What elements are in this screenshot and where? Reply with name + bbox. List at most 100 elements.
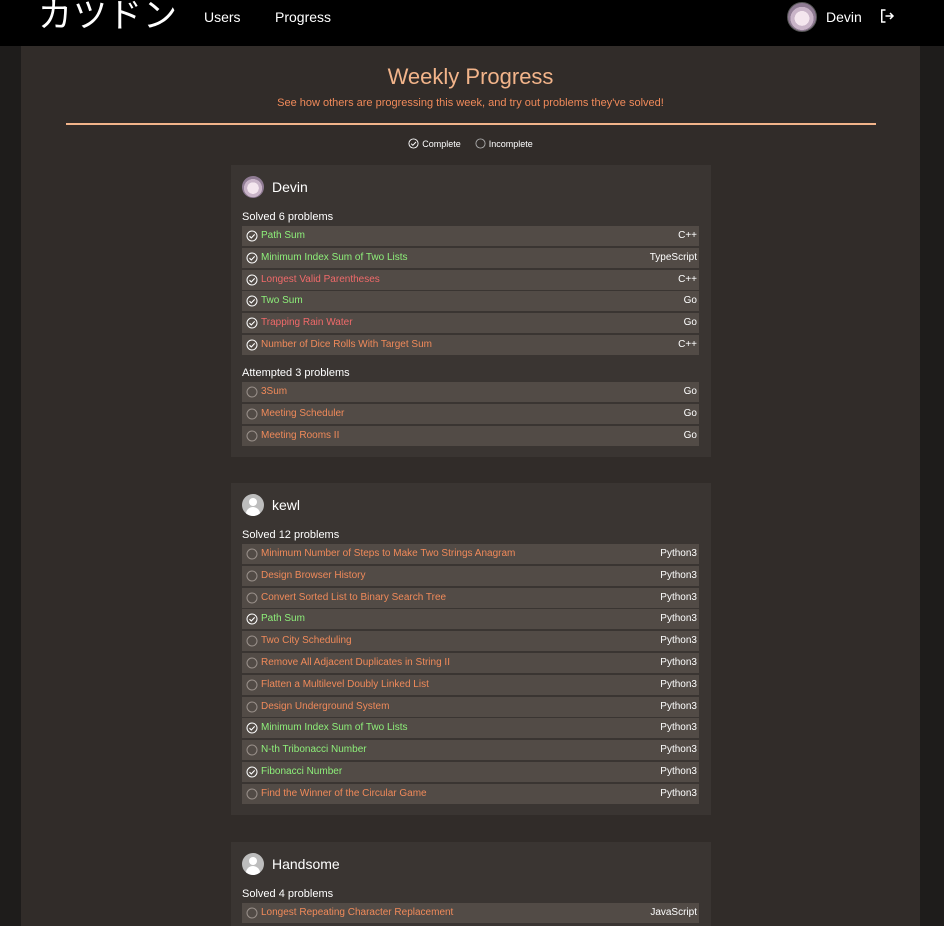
problem-row[interactable]: Longest Repeating Character Replacement J… [242, 903, 699, 923]
problem-row[interactable]: Two Sum Go [242, 291, 699, 312]
problem-language: Python3 [660, 548, 697, 559]
problem-language: Python3 [660, 656, 697, 668]
problem-language: TypeScript [649, 251, 697, 263]
card-username[interactable]: Devin [272, 179, 308, 195]
problem-language: Python3 [660, 787, 697, 799]
problem-row[interactable]: Two City Scheduling Python3 [242, 631, 699, 652]
problem-language: Python3 [660, 722, 697, 734]
problem-name-link[interactable]: Longest Repeating Character Replacement [261, 907, 453, 918]
legend-incomplete: Incomplete [475, 138, 533, 149]
problem-name-link[interactable]: Number of Dice Rolls With Target Sum [261, 339, 432, 350]
problem-row[interactable]: Trapping Rain Water Go [242, 313, 699, 334]
nav-link-progress[interactable]: Progress [275, 9, 331, 25]
problem-name-link[interactable]: Path Sum [261, 613, 305, 624]
problem-name-link[interactable]: N-th Tribonacci Number [261, 744, 367, 755]
problem-row[interactable]: Path Sum Python3 [242, 609, 699, 630]
problem-name-link[interactable]: Convert Sorted List to Binary Search Tre… [261, 592, 446, 603]
problem-name-link[interactable]: Trapping Rain Water [261, 317, 353, 328]
nav-link-users[interactable]: Users [204, 9, 241, 25]
status-legend: Complete Incomplete [21, 138, 920, 149]
problem-name-link[interactable]: Find the Winner of the Circular Game [261, 788, 427, 799]
empty-circle-icon [246, 548, 258, 560]
problem-name-link[interactable]: Fibonacci Number [261, 766, 342, 777]
card-username[interactable]: Handsome [272, 856, 340, 872]
problem-name-link[interactable]: Meeting Rooms II [261, 430, 339, 441]
avatar [242, 176, 264, 198]
problem-language: Go [683, 295, 697, 307]
solved-heading: Solved 12 problems [242, 529, 340, 541]
problem-name-link[interactable]: Path Sum [261, 230, 305, 241]
problem-row[interactable]: 3Sum Go [242, 382, 699, 402]
problem-name-link[interactable]: Remove All Adjacent Duplicates in String… [261, 657, 450, 668]
empty-circle-icon [246, 744, 258, 756]
problem-row[interactable]: Meeting Rooms II Go [242, 425, 699, 446]
problem-language: Python3 [660, 765, 697, 777]
check-circle-icon [246, 295, 258, 307]
problem-row[interactable]: Number of Dice Rolls With Target Sum C++ [242, 334, 699, 355]
problem-language: Python3 [660, 700, 697, 712]
problem-name-link[interactable]: Flatten a Multilevel Doubly Linked List [261, 679, 429, 690]
main-content: Weekly Progress See how others are progr… [21, 46, 920, 926]
problem-language: C++ [678, 273, 697, 285]
problem-language: Go [683, 407, 697, 419]
problem-name-link[interactable]: Meeting Scheduler [261, 408, 344, 419]
current-username[interactable]: Devin [826, 9, 862, 25]
avatar[interactable] [787, 2, 817, 32]
problem-language: Python3 [660, 569, 697, 581]
top-navbar: カツドン Users Progress Devin [0, 0, 944, 46]
problem-name-link[interactable]: Longest Valid Parentheses [261, 274, 380, 285]
problem-row[interactable]: Meeting Scheduler Go [242, 403, 699, 424]
problem-row[interactable]: Flatten a Multilevel Doubly Linked List P… [242, 674, 699, 695]
legend-complete: Complete [408, 138, 461, 149]
problem-language: C++ [678, 230, 697, 241]
page-subtitle: See how others are progressing this week… [277, 97, 664, 109]
problem-row[interactable]: Longest Valid Parentheses C++ [242, 269, 699, 290]
problem-row[interactable]: Fibonacci Number Python3 [242, 761, 699, 782]
problem-row[interactable]: Design Underground System Python3 [242, 696, 699, 717]
problem-name-link[interactable]: Two Sum [261, 295, 303, 306]
logout-icon[interactable] [878, 7, 896, 25]
problem-language: Python3 [660, 744, 697, 756]
empty-circle-icon [246, 408, 258, 420]
problem-language: Python3 [660, 591, 697, 603]
problem-language: Python3 [660, 678, 697, 690]
problem-row[interactable]: Convert Sorted List to Binary Search Tre… [242, 587, 699, 608]
solved-heading: Solved 4 problems [242, 888, 334, 900]
solved-heading: Solved 6 problems [242, 211, 334, 223]
brand-logo[interactable]: カツドン [38, 0, 178, 36]
card-header: Devin [242, 176, 308, 198]
problem-name-link[interactable]: Two City Scheduling [261, 635, 352, 646]
empty-circle-icon [246, 679, 258, 691]
problem-row[interactable]: Remove All Adjacent Duplicates in String… [242, 652, 699, 673]
problem-row[interactable]: N-th Tribonacci Number Python3 [242, 740, 699, 761]
problem-name-link[interactable]: 3Sum [261, 386, 287, 397]
user-card-handsome: Handsome Solved 4 problems Longest Repea… [231, 842, 711, 926]
problem-language: Python3 [660, 635, 697, 647]
problem-row[interactable]: Minimum Index Sum of Two Lists Python3 [242, 718, 699, 739]
problem-row[interactable]: Minimum Index Sum of Two Lists TypeScript [242, 247, 699, 268]
problem-name-link[interactable]: Minimum Index Sum of Two Lists [261, 722, 408, 733]
card-username[interactable]: kewl [272, 497, 300, 513]
attempted-heading: Attempted 3 problems [242, 367, 350, 379]
problem-name-link[interactable]: Design Browser History [261, 570, 365, 581]
problem-language: Python3 [660, 613, 697, 625]
empty-circle-icon [246, 430, 258, 442]
problem-row[interactable]: Path Sum C++ [242, 226, 699, 246]
card-header: kewl [242, 494, 300, 516]
solved-list: Minimum Number of Steps to Make Two Stri… [242, 544, 699, 806]
avatar [242, 853, 264, 875]
empty-circle-icon [246, 907, 258, 919]
problem-language: C++ [678, 338, 697, 350]
problem-row[interactable]: Design Browser History Python3 [242, 565, 699, 586]
solved-list: Longest Repeating Character Replacement J… [242, 903, 699, 925]
problem-language: Go [683, 317, 697, 329]
problem-row[interactable]: Find the Winner of the Circular Game Pyth… [242, 783, 699, 804]
check-circle-icon [246, 766, 258, 778]
problem-row[interactable]: Minimum Number of Steps to Make Two Stri… [242, 544, 699, 564]
check-circle-icon [246, 613, 258, 625]
empty-circle-icon [246, 788, 258, 800]
user-card-kewl: kewl Solved 12 problems Minimum Number o… [231, 483, 711, 815]
problem-name-link[interactable]: Minimum Number of Steps to Make Two Stri… [261, 548, 515, 559]
problem-name-link[interactable]: Minimum Index Sum of Two Lists [261, 252, 408, 263]
problem-name-link[interactable]: Design Underground System [261, 701, 389, 712]
